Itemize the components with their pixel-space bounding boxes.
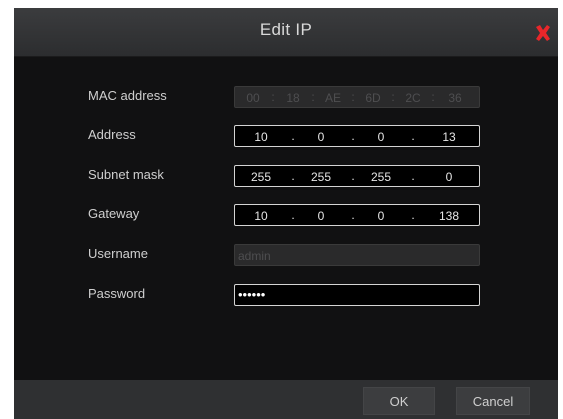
ip-octet[interactable]: 0: [301, 130, 341, 144]
gateway-field[interactable]: 10 . 0 . 0 . 138: [234, 204, 480, 226]
cancel-button[interactable]: Cancel: [456, 387, 530, 415]
gateway-label: Gateway: [88, 206, 140, 221]
address-field[interactable]: 10 . 0 . 0 . 13: [234, 125, 480, 147]
ip-separator: .: [351, 208, 355, 222]
ip-separator: .: [351, 129, 355, 143]
edit-ip-dialog: Edit IP MAC address 00 : 18 : AE : 6D : …: [14, 8, 558, 419]
ip-octet[interactable]: 138: [429, 209, 469, 223]
ip-octet[interactable]: 10: [241, 209, 281, 223]
ip-separator: .: [291, 169, 295, 183]
subnet-mask-label: Subnet mask: [88, 167, 164, 182]
ip-octet[interactable]: 13: [429, 130, 469, 144]
ip-separator: .: [411, 169, 415, 183]
username-value: admin: [238, 249, 271, 263]
mac-segment: 2C: [405, 91, 421, 105]
ip-separator: .: [291, 129, 295, 143]
username-field: admin: [234, 244, 480, 266]
username-label: Username: [88, 246, 148, 261]
dialog-title: Edit IP: [259, 20, 313, 39]
ip-octet[interactable]: 0: [361, 130, 401, 144]
mac-segment: AE: [324, 91, 341, 105]
username-row: Username admin: [14, 244, 558, 266]
ip-octet[interactable]: 0: [429, 170, 469, 184]
subnet-mask-field[interactable]: 255 . 255 . 255 . 0: [234, 165, 480, 187]
password-value: ••••••: [238, 287, 266, 302]
ip-octet[interactable]: 255: [361, 170, 401, 184]
ip-separator: .: [351, 169, 355, 183]
ip-octet[interactable]: 0: [361, 209, 401, 223]
ok-button[interactable]: OK: [363, 387, 435, 415]
subnet-row: Subnet mask 255 . 255 . 255 . 0: [14, 165, 558, 187]
mac-address-label: MAC address: [88, 88, 167, 103]
ip-separator: .: [411, 208, 415, 222]
address-label: Address: [88, 127, 136, 142]
mac-address-field: 00 : 18 : AE : 6D : 2C : 36: [234, 86, 480, 108]
password-field[interactable]: ••••••: [234, 284, 480, 306]
ip-octet[interactable]: 10: [241, 130, 281, 144]
dialog-titlebar: Edit IP: [14, 8, 558, 57]
mac-segment: 18: [286, 91, 300, 105]
mac-segment: 00: [246, 91, 260, 105]
ip-octet[interactable]: 255: [301, 170, 341, 184]
mac-row: MAC address 00 : 18 : AE : 6D : 2C : 36: [14, 86, 558, 108]
password-row: Password ••••••: [14, 284, 558, 306]
ip-octet[interactable]: 255: [241, 170, 281, 184]
ip-separator: .: [291, 208, 295, 222]
password-label: Password: [88, 286, 146, 301]
gateway-row: Gateway 10 . 0 . 0 . 138: [14, 204, 558, 226]
mac-segment: 6D: [365, 91, 381, 105]
close-icon[interactable]: [534, 24, 552, 42]
ip-octet[interactable]: 0: [301, 209, 341, 223]
dialog-footer: OK Cancel: [14, 380, 558, 419]
address-row: Address 10 . 0 . 0 . 13: [14, 125, 558, 147]
mac-segment: 36: [448, 91, 462, 105]
ip-separator: .: [411, 129, 415, 143]
